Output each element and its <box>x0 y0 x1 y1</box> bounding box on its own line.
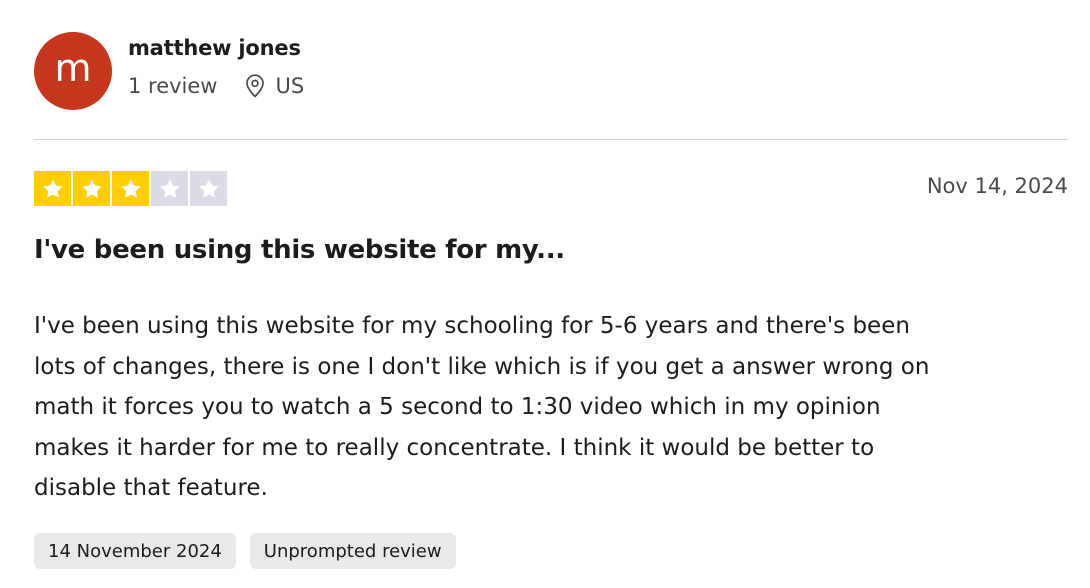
star-icon <box>198 179 219 198</box>
review-body-line: makes it harder for me to really concent… <box>34 434 875 461</box>
review-body-line: math it forces you to watch a 5 second t… <box>34 394 881 420</box>
review-tags: 14 November 2024 Unprompted review <box>34 533 456 569</box>
review-body-line: lots of changes, there is one I don't li… <box>34 353 930 380</box>
star-empty <box>151 171 188 206</box>
star-filled <box>112 171 149 206</box>
reviewer-name[interactable]: matthew jones <box>128 36 304 60</box>
review-title[interactable]: I've been using this website for my... <box>34 235 565 265</box>
star-icon <box>159 179 180 198</box>
star-rating <box>34 171 227 206</box>
reviewer-info: matthew jones 1 review US <box>128 36 304 98</box>
reviewer-country: US <box>275 74 305 98</box>
review-count: 1 review <box>128 74 218 98</box>
star-icon <box>120 179 141 198</box>
location-pin-icon <box>245 74 264 98</box>
star-filled <box>34 171 71 206</box>
star-icon <box>81 179 102 198</box>
star-empty <box>190 171 227 206</box>
star-filled <box>73 171 110 206</box>
reviewer-location: US <box>244 74 305 98</box>
review-body-line: I've been using this website for my scho… <box>34 313 910 339</box>
review-body: I've been using this website for my scho… <box>34 306 1058 509</box>
avatar[interactable]: m <box>34 32 112 110</box>
experience-date-tag: 14 November 2024 <box>34 533 236 569</box>
reviewer-header: m matthew jones 1 review US <box>34 32 304 110</box>
review-body-line: disable that feature. <box>34 475 268 501</box>
star-icon <box>42 179 63 198</box>
review-type-tag[interactable]: Unprompted review <box>249 533 456 569</box>
reviewer-meta: 1 review US <box>128 74 304 98</box>
avatar-letter: m <box>54 46 92 90</box>
review-date: Nov 14, 2024 <box>926 174 1068 198</box>
divider <box>34 139 1068 140</box>
